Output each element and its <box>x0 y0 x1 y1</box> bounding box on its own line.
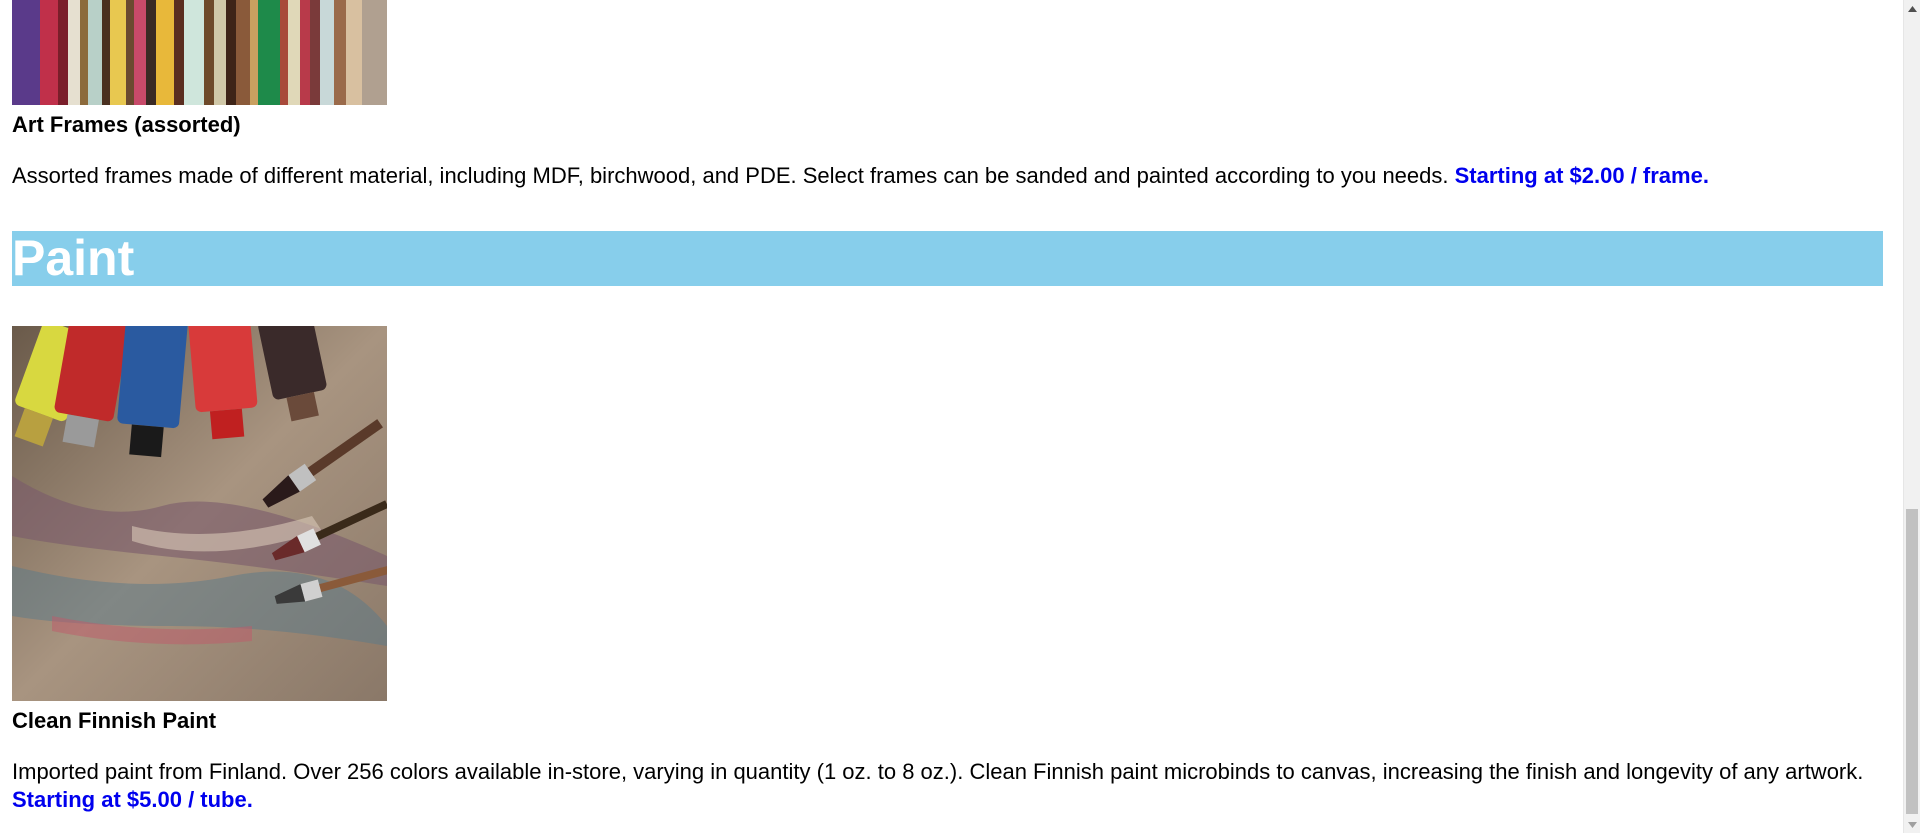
section-heading-paint: Paint <box>12 231 1883 286</box>
price-label: Starting at $2.00 / frame. <box>1454 163 1709 188</box>
art-frames-image <box>12 0 387 105</box>
vertical-scrollbar[interactable] <box>1903 0 1920 833</box>
paint-tubes-image <box>12 326 387 701</box>
product-description: Assorted frames made of different materi… <box>12 162 1883 190</box>
scroll-down-button[interactable] <box>1904 816 1920 833</box>
product-description-text: Imported paint from Finland. Over 256 co… <box>12 759 1864 784</box>
product-description: Imported paint from Finland. Over 256 co… <box>12 758 1883 814</box>
triangle-down-icon <box>1908 821 1917 828</box>
scrollbar-thumb[interactable] <box>1906 509 1918 814</box>
product-description-text: Assorted frames made of different materi… <box>12 163 1449 188</box>
price-label: Starting at $5.00 / tube. <box>12 787 253 812</box>
scroll-up-button[interactable] <box>1904 0 1920 17</box>
product-title: Art Frames (assorted) <box>12 112 241 137</box>
triangle-up-icon <box>1908 5 1917 12</box>
product-title: Clean Finnish Paint <box>12 708 217 733</box>
page-viewport: Art Frames (assorted) Assorted frames ma… <box>0 0 1920 833</box>
